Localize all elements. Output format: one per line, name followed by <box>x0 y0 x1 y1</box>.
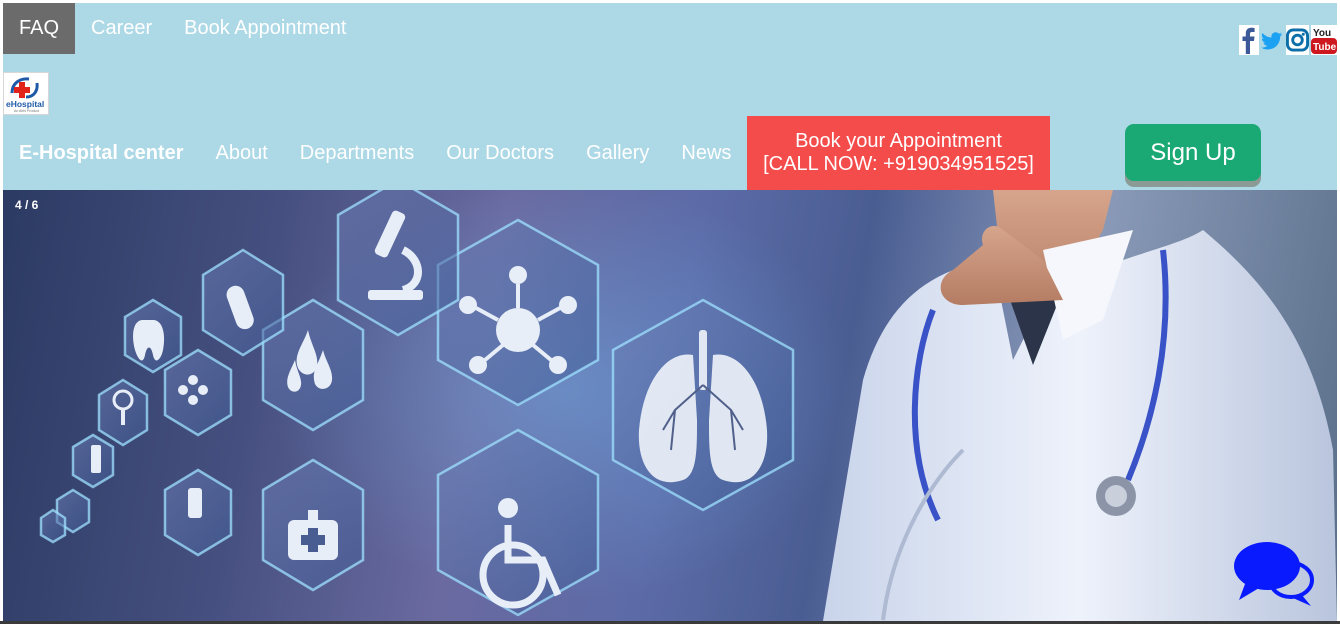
facebook-icon[interactable] <box>1239 25 1259 55</box>
sign-up-button[interactable]: Sign Up <box>1125 124 1261 181</box>
nav-item-departments[interactable]: Departments <box>284 128 431 178</box>
header: FAQ Career Book Appointment You Tube eHo… <box>3 3 1337 190</box>
nav-item-our-doctors[interactable]: Our Doctors <box>430 128 570 178</box>
logo-tagline: An Abhi Product <box>14 109 39 113</box>
book-appointment-label: Book your Appointment <box>795 130 1002 152</box>
twitter-icon[interactable] <box>1261 25 1284 55</box>
top-links: FAQ Career Book Appointment <box>3 3 363 54</box>
social-links: You Tube <box>1239 25 1337 55</box>
instagram-icon[interactable] <box>1286 25 1309 55</box>
chat-icon <box>1234 542 1314 606</box>
top-link-faq[interactable]: FAQ <box>3 3 76 54</box>
youtube-text-tube: Tube <box>1313 42 1337 53</box>
chat-widget[interactable] <box>1231 540 1315 613</box>
nav-item-news[interactable]: News <box>665 128 747 178</box>
youtube-icon[interactable]: You Tube <box>1311 25 1337 55</box>
hero-slider[interactable]: 4 / 6 <box>3 190 1337 621</box>
nav-item-gallery[interactable]: Gallery <box>570 128 665 178</box>
hero-image <box>39 190 1337 621</box>
site-logo[interactable]: eHospital An Abhi Product <box>3 72 49 115</box>
top-link-career[interactable]: Career <box>75 3 168 54</box>
page-frame: FAQ Career Book Appointment You Tube eHo… <box>3 3 1337 621</box>
book-appointment-button[interactable]: Book your Appointment [CALL NOW: +919034… <box>747 116 1050 190</box>
nav-item-about[interactable]: About <box>199 128 283 178</box>
call-now-label: [CALL NOW: +919034951525] <box>763 153 1034 175</box>
youtube-text-you: You <box>1313 28 1331 39</box>
logo-text: eHospital <box>6 99 44 109</box>
top-link-book-appointment[interactable]: Book Appointment <box>168 3 362 54</box>
slide-counter: 4 / 6 <box>15 198 39 212</box>
main-nav: E-Hospital center About Departments Our … <box>3 116 747 190</box>
brand-link[interactable]: E-Hospital center <box>3 128 199 178</box>
